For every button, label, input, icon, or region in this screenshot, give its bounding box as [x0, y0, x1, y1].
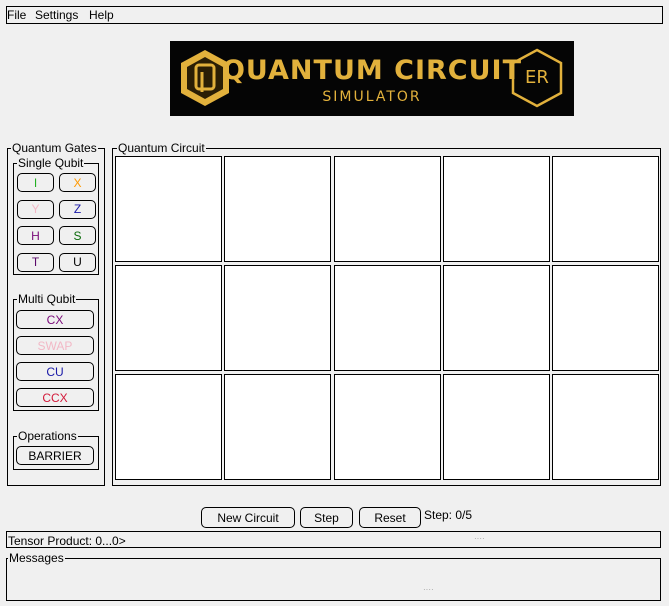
- menu-settings[interactable]: Settings: [35, 8, 78, 22]
- circuit-cell[interactable]: [333, 265, 441, 371]
- menu-file[interactable]: File: [7, 8, 26, 22]
- gate-ccx-button[interactable]: CCX: [16, 388, 94, 407]
- circuit-cell[interactable]: [552, 374, 660, 480]
- gate-z-button[interactable]: Z: [59, 199, 96, 219]
- circuit-cell[interactable]: [333, 156, 441, 262]
- op-barrier-button[interactable]: BARRIER: [16, 446, 94, 465]
- gate-cx-button[interactable]: CX: [16, 310, 94, 329]
- circuit-cell[interactable]: [442, 156, 550, 262]
- gate-swap-button[interactable]: SWAP: [16, 336, 94, 355]
- circuit-cell[interactable]: [333, 374, 441, 480]
- circuit-cell[interactable]: [115, 265, 222, 371]
- gate-h-button[interactable]: H: [17, 226, 54, 245]
- er-badge-text: ER: [525, 67, 549, 88]
- step-status: Step: 0/5: [424, 508, 473, 522]
- operations-title: Operations: [17, 429, 78, 443]
- gate-y-button[interactable]: Y: [17, 199, 54, 219]
- circuit-cell[interactable]: [442, 265, 550, 371]
- resize-grip-icon: ····: [474, 534, 485, 543]
- tensor-product-bar: Tensor Product: 0...0> ····: [6, 531, 661, 548]
- gate-i-button[interactable]: I: [17, 173, 54, 192]
- quantum-gates-title: Quantum Gates: [11, 141, 98, 155]
- app-banner: QUANTUM CIRCUIT SIMULATOR ER: [170, 41, 574, 116]
- gate-u-button[interactable]: U: [59, 252, 96, 272]
- circuit-cell[interactable]: [224, 265, 332, 371]
- messages-panel: Messages ····: [6, 551, 661, 601]
- circuit-cell[interactable]: [115, 156, 222, 262]
- menu-help[interactable]: Help: [89, 8, 114, 22]
- quantum-circuit-title: Quantum Circuit: [117, 141, 206, 155]
- circuit-cell[interactable]: [552, 265, 660, 371]
- multi-qubit-title: Multi Qubit: [17, 292, 77, 306]
- single-qubit-title: Single Qubit: [17, 156, 85, 170]
- gate-cu-button[interactable]: CU: [16, 362, 94, 381]
- messages-title: Messages: [8, 551, 65, 565]
- menu-bar: File Settings Help: [6, 6, 663, 24]
- gate-s-button[interactable]: S: [59, 226, 96, 245]
- resize-grip-icon: ····: [423, 585, 434, 594]
- step-button[interactable]: Step: [300, 507, 353, 528]
- circuit-cell[interactable]: [442, 374, 550, 480]
- gate-x-button[interactable]: X: [59, 173, 96, 192]
- reset-button[interactable]: Reset: [359, 507, 421, 528]
- circuit-cell[interactable]: [224, 156, 332, 262]
- circuit-cell[interactable]: [224, 374, 332, 480]
- circuit-cell[interactable]: [115, 374, 222, 480]
- tensor-product-text: Tensor Product: 0...0>: [8, 534, 126, 548]
- circuit-cell[interactable]: [552, 156, 660, 262]
- new-circuit-button[interactable]: New Circuit: [201, 507, 295, 528]
- gate-t-button[interactable]: T: [17, 252, 54, 272]
